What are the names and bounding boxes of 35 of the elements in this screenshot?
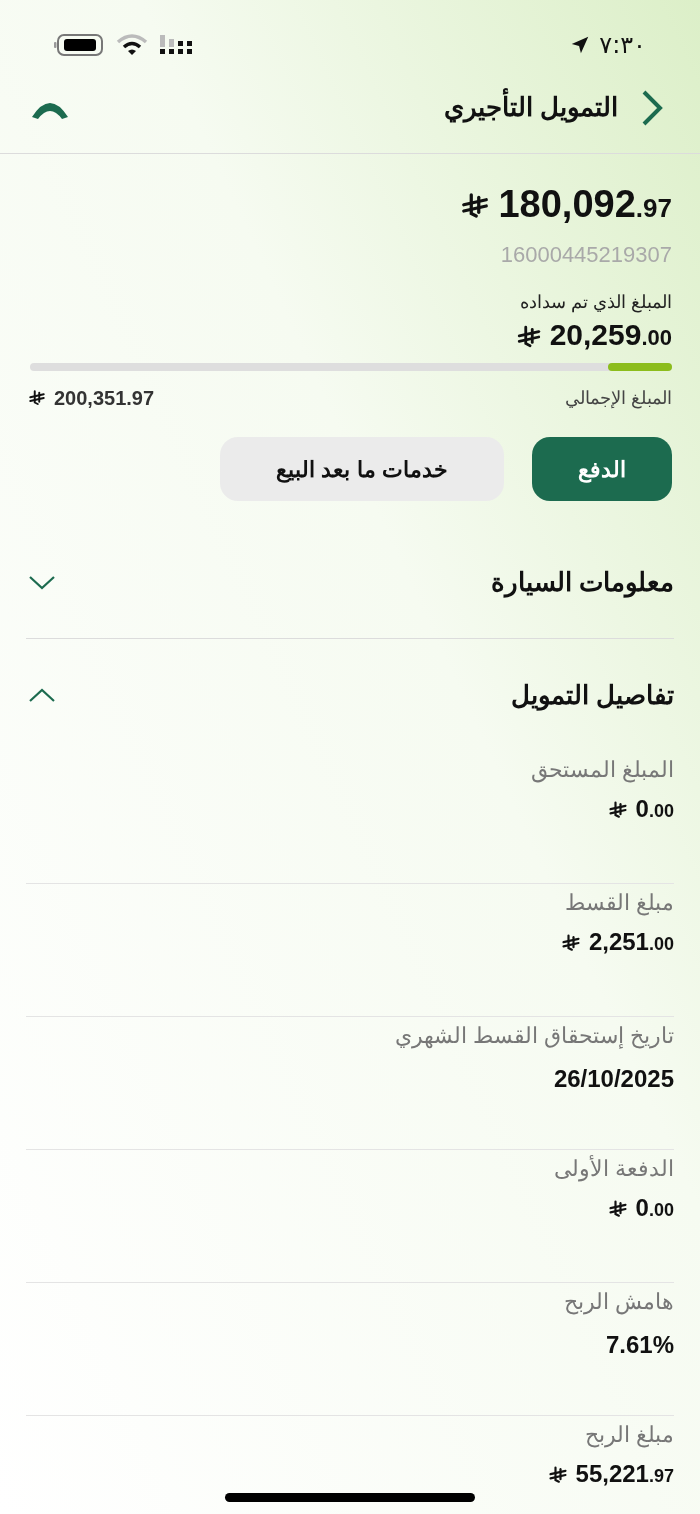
chevron-up-icon bbox=[28, 687, 56, 703]
paid-amount: 20,259.00 bbox=[549, 317, 672, 353]
riyal-icon bbox=[515, 323, 542, 350]
detail-value: 0.00 bbox=[635, 1194, 674, 1223]
riyal-icon bbox=[547, 1465, 568, 1485]
riyal-icon bbox=[28, 389, 46, 407]
detail-value: 26/10/2025 bbox=[553, 1065, 674, 1092]
detail-value: 55,221.97 bbox=[575, 1460, 674, 1489]
detail-label: مبلغ القسط bbox=[564, 889, 674, 918]
section-header[interactable]: تفاصيل التمويل bbox=[26, 639, 674, 751]
after-sales-button[interactable]: خدمات ما بعد البيع bbox=[220, 437, 504, 501]
wifi-icon bbox=[116, 33, 148, 57]
riyal-icon bbox=[607, 800, 628, 820]
detail-label: المبلغ المستحق bbox=[530, 756, 674, 785]
riyal-icon bbox=[607, 1199, 628, 1219]
detail-value: 7.61% bbox=[605, 1331, 674, 1358]
contract-number: 16000445219307 bbox=[500, 241, 672, 269]
riyal-icon bbox=[460, 191, 491, 221]
page-title: التمويل التأجيري bbox=[443, 88, 618, 127]
detail-value: 2,251.00 bbox=[588, 928, 674, 957]
riyal-icon bbox=[560, 933, 581, 953]
detail-value: 0.00 bbox=[635, 795, 674, 824]
detail-label: تاريخ إستحقاق القسط الشهري bbox=[394, 1022, 674, 1051]
battery-icon bbox=[54, 33, 104, 57]
remaining-amount: 180,092.97 bbox=[498, 182, 672, 227]
detail-label: هامش الربح bbox=[563, 1288, 674, 1317]
detail-label: مبلغ الربح bbox=[584, 1421, 674, 1450]
total-label: المبلغ الإجمالي bbox=[565, 386, 672, 411]
section-header[interactable]: معلومات السيارة bbox=[26, 527, 674, 639]
status-time: ٧:٣٠ bbox=[599, 30, 646, 61]
detail-label: الدفعة الأولى bbox=[553, 1154, 674, 1184]
total-amount: 200,351.97 bbox=[54, 386, 155, 411]
pay-button[interactable]: الدفع bbox=[532, 437, 672, 501]
paid-label: المبلغ الذي تم سداده bbox=[520, 291, 672, 315]
chevron-down-icon bbox=[28, 574, 56, 591]
